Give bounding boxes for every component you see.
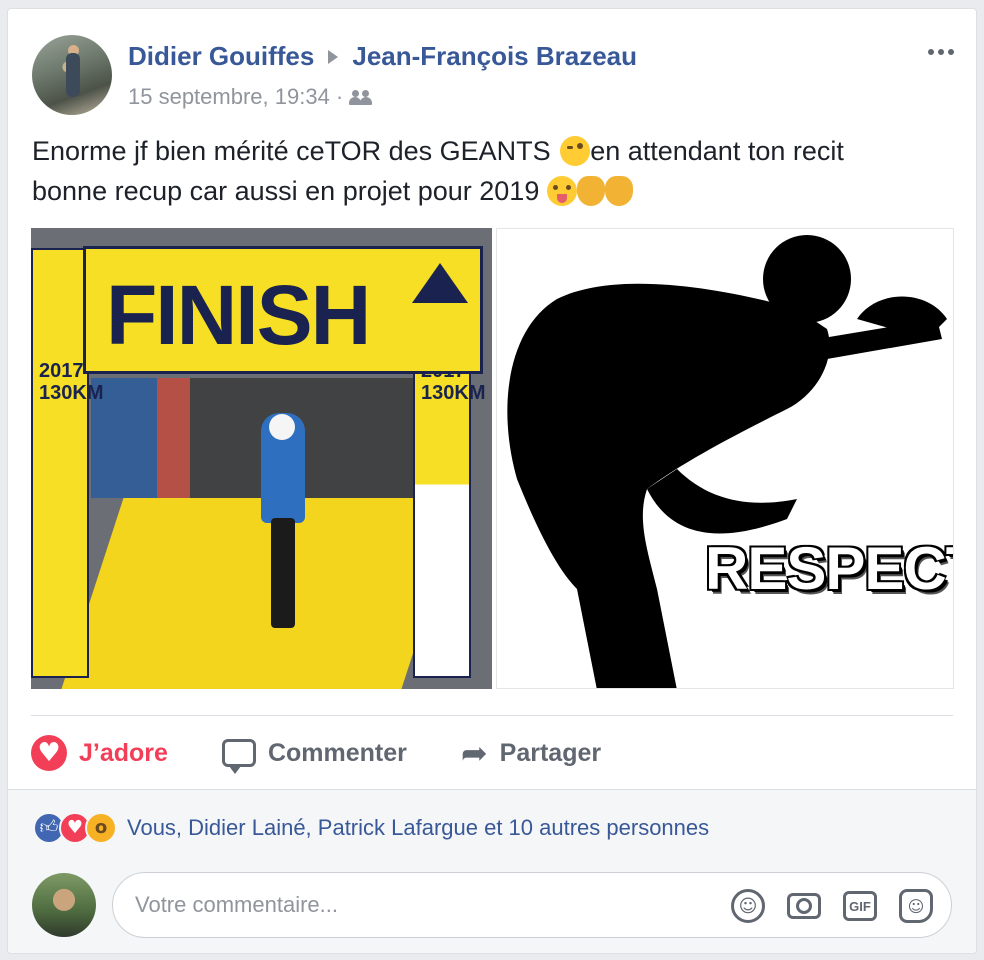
- finish-banner-text: FINISH: [106, 268, 371, 362]
- post-text-line1-start: Enorme jf bien mérité ceTOR des GEANTS: [32, 136, 559, 166]
- sticker-icon[interactable]: ☺: [899, 889, 933, 923]
- post-text-line1-end: en attendant ton recit: [590, 136, 844, 166]
- friends-icon[interactable]: [349, 88, 373, 106]
- clapping-hands-emoji: [604, 176, 633, 206]
- composer-tools: ☺ GIF ☺: [731, 889, 933, 923]
- runner-legs: [271, 518, 295, 628]
- post-header-names: Didier Gouiffes Jean-François Brazeau: [128, 41, 637, 72]
- love-button[interactable]: J’adore: [31, 735, 168, 771]
- post-footer: 👍︎ ♥ o Vous, Didier Lainé, Patrick Lafar…: [8, 789, 976, 953]
- post-card: Didier Gouiffes Jean-François Brazeau 15 …: [7, 8, 977, 954]
- photo-carpet: [58, 498, 464, 689]
- target-name-link[interactable]: Jean-François Brazeau: [352, 41, 637, 71]
- comment-input[interactable]: [135, 873, 695, 937]
- banner-pillar-left: 2017 130KM: [31, 248, 103, 678]
- photo-finish-line[interactable]: 2017 130KM 2017 130KM FINISH: [31, 228, 492, 689]
- respect-caption: RESPECT: [705, 535, 954, 602]
- author-avatar[interactable]: [32, 35, 112, 115]
- photo-crowd: [91, 378, 421, 498]
- comment-bubble-icon: [221, 739, 256, 774]
- comment-label: Commenter: [267, 738, 407, 767]
- actions-divider: [31, 715, 953, 716]
- reactions-summary[interactable]: 👍︎ ♥ o Vous, Didier Lainé, Patrick Lafar…: [33, 812, 709, 844]
- runner-head: [269, 414, 295, 440]
- avatar-figure-body: [66, 53, 80, 97]
- bowing-silhouette: [507, 235, 947, 688]
- post-text: Enorme jf bien mérité ceTOR des GEANTS e…: [32, 131, 952, 211]
- share-button[interactable]: ➦ Partager: [461, 734, 601, 772]
- clapping-hands-emoji: [576, 176, 605, 206]
- current-user-avatar[interactable]: [32, 873, 96, 937]
- post-meta: 15 septembre, 19:34 ·: [128, 84, 373, 110]
- more-options-icon[interactable]: [928, 49, 954, 55]
- post-text-line2: bonne recup car aussi en projet pour 201…: [32, 176, 547, 206]
- winking-tongue-emoji: [560, 136, 591, 166]
- comment-composer: ☺ GIF ☺: [112, 872, 952, 938]
- camera-icon[interactable]: [787, 893, 821, 919]
- wow-reaction-icon: o: [85, 812, 117, 844]
- mountain-logo-icon: [412, 263, 468, 303]
- heart-icon: [31, 735, 67, 771]
- comment-button[interactable]: Commenter: [221, 738, 407, 774]
- finish-banner: FINISH: [83, 246, 483, 374]
- post-actions: J’adore Commenter ➦ Partager: [31, 731, 655, 775]
- author-name-link[interactable]: Didier Gouiffes: [128, 41, 314, 71]
- triangle-right-icon: [328, 49, 339, 64]
- post-timestamp[interactable]: 15 septembre, 19:34: [128, 84, 330, 110]
- tongue-emoji: [546, 176, 577, 206]
- photo-respect[interactable]: RESPECT: [496, 228, 954, 689]
- share-arrow-icon: ➦: [460, 734, 488, 772]
- emoji-icon[interactable]: ☺: [731, 889, 765, 923]
- meta-separator: ·: [335, 84, 344, 109]
- share-label: Partager: [499, 738, 602, 767]
- gif-icon[interactable]: GIF: [843, 891, 877, 921]
- love-label: J’adore: [79, 738, 168, 767]
- reactions-people-link[interactable]: Vous, Didier Lainé, Patrick Lafargue et …: [127, 815, 709, 841]
